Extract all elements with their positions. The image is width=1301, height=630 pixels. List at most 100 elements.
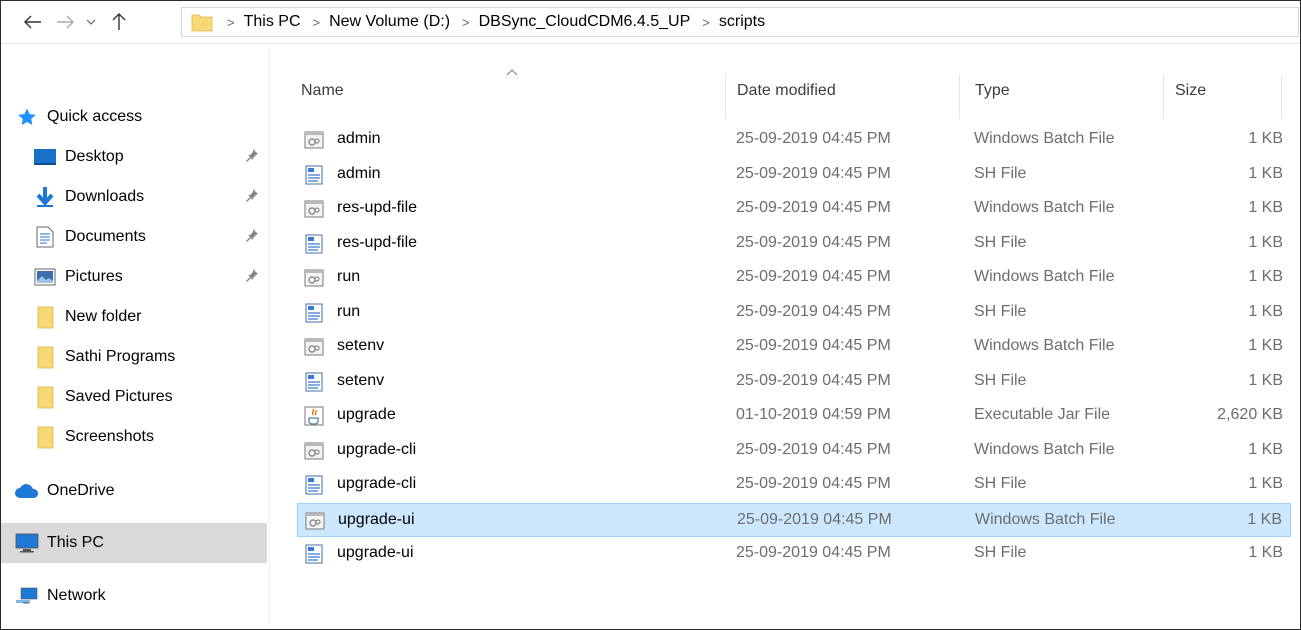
nav-item-downloads[interactable]: Downloads [31,179,267,215]
forward-arrow-icon [57,15,74,29]
batch-file-icon [304,199,324,219]
nav-item-documents[interactable]: Documents [31,219,267,255]
sh-file-icon [304,544,324,564]
back-button[interactable] [21,9,45,35]
breadcrumb-label: DBSync_CloudCDM6.4.5_UP [478,13,691,30]
pin-icon[interactable] [245,228,259,247]
sh-file-icon [304,165,324,185]
nav-item-desktop[interactable]: Desktop [31,139,267,175]
recent-locations-button[interactable] [83,9,99,35]
file-size: 2,620 KB [1217,406,1283,423]
file-date-modified: 25-09-2019 04:45 PM [736,440,891,458]
up-button[interactable] [107,9,131,35]
file-size: 1 KB [1248,302,1283,320]
batch-file-icon [305,511,325,531]
computer-icon [13,531,41,555]
file-row[interactable]: run 25-09-2019 04:45 PM SH File 1 KB [297,296,1291,330]
nav-label: Screenshots [65,428,154,445]
file-date-modified: 01-10-2019 04:59 PM [736,406,891,423]
column-divider[interactable] [1281,75,1282,119]
breadcrumb-drive[interactable]: > New Volume (D:) [301,13,451,31]
file-date-modified: 25-09-2019 04:45 PM [736,371,891,389]
file-row[interactable]: admin 25-09-2019 04:45 PM Windows Batch Fi… [297,123,1291,157]
file-date-modified: 25-09-2019 04:45 PM [737,510,892,528]
nav-this-pc[interactable]: This PC [1,523,267,563]
file-date-modified: 25-09-2019 04:45 PM [736,302,891,320]
nav-label: Pictures [65,268,123,285]
file-type: Windows Batch File [974,130,1115,147]
batch-file-icon [304,441,324,461]
file-row[interactable]: upgrade-ui 25-09-2019 04:45 PM Windows Bat… [297,502,1291,537]
back-arrow-icon [24,15,41,29]
sh-file-icon [304,475,324,495]
file-row[interactable]: upgrade 01-10-2019 04:59 PM Executable Jar… [297,399,1291,433]
folder-icon [31,385,59,409]
nav-item-screenshots[interactable]: Screenshots [31,419,267,455]
pin-icon[interactable] [245,148,259,167]
file-date-modified: 25-09-2019 04:45 PM [736,199,891,216]
batch-file-icon [304,268,324,288]
sort-ascending-icon [506,63,518,81]
file-name: upgrade-ui [338,510,415,528]
file-row[interactable]: res-upd-file 25-09-2019 04:45 PM Windows B… [297,192,1291,226]
column-header-type[interactable]: Type [975,82,1010,100]
file-type: Windows Batch File [974,268,1115,285]
file-row[interactable]: upgrade-ui 25-09-2019 04:45 PM SH File 1 KB [297,537,1291,571]
file-row[interactable]: upgrade-cli 25-09-2019 04:45 PM Windows Ba… [297,434,1291,468]
pin-icon[interactable] [245,188,259,207]
file-size: 1 KB [1248,164,1283,182]
pictures-icon [31,265,59,289]
file-row[interactable]: upgrade-cli 25-09-2019 04:45 PM SH File 1 K… [297,468,1291,502]
nav-network[interactable]: Network [13,578,267,614]
jar-file-icon [304,406,324,426]
file-date-modified: 25-09-2019 04:45 PM [736,337,891,354]
file-date-modified: 25-09-2019 04:45 PM [736,544,891,561]
file-name: admin [337,164,381,182]
breadcrumb-label: New Volume (D:) [329,13,451,30]
column-divider[interactable] [1163,75,1164,119]
pin-icon[interactable] [245,268,259,287]
column-divider[interactable] [959,75,960,119]
breadcrumb-folder[interactable]: > DBSync_CloudCDM6.4.5_UP [450,13,690,31]
file-row[interactable]: setenv 25-09-2019 04:45 PM SH File 1 KB [297,365,1291,399]
file-type: SH File [974,371,1027,389]
folder-icon [31,345,59,369]
file-name: upgrade [337,406,396,423]
column-divider[interactable] [725,75,726,119]
forward-button[interactable] [53,9,77,35]
column-header-size[interactable]: Size [1175,82,1206,100]
file-type: Windows Batch File [974,199,1115,216]
column-header-name[interactable]: Name [301,82,344,100]
breadcrumb-this-pc[interactable]: > This PC [215,13,301,31]
file-type: Windows Batch File [974,440,1115,458]
desktop-icon [31,145,59,169]
file-type: Windows Batch File [975,510,1116,528]
file-type: SH File [974,233,1027,251]
file-row[interactable]: run 25-09-2019 04:45 PM Windows Batch File… [297,261,1291,295]
file-row[interactable]: setenv 25-09-2019 04:45 PM Windows Batch F… [297,330,1291,364]
file-name: res-upd-file [337,199,418,216]
batch-file-icon [304,130,324,150]
breadcrumb-current[interactable]: > scripts [690,13,765,31]
file-size: 1 KB [1248,475,1283,492]
column-header-date[interactable]: Date modified [737,82,836,100]
nav-label: Saved Pictures [65,388,173,405]
address-bar[interactable]: > This PC > New Volume (D:) > DBSync_CloudC… [181,7,1299,37]
file-name: upgrade-ui [337,544,414,561]
file-name: upgrade-cli [337,440,417,458]
sh-file-icon [304,234,324,254]
nav-item-sathi-programs[interactable]: Sathi Programs [31,339,267,375]
nav-item-new-folder[interactable]: New folder [31,299,267,335]
nav-item-saved-pictures[interactable]: Saved Pictures [31,379,267,415]
file-size: 1 KB [1247,510,1282,528]
file-size: 1 KB [1248,233,1283,251]
file-type: SH File [974,164,1027,182]
nav-quick-access[interactable]: Quick access [13,99,267,135]
file-type: Windows Batch File [974,337,1115,354]
file-row[interactable]: admin 25-09-2019 04:45 PM SH File 1 KB [297,158,1291,192]
file-row[interactable]: res-upd-file 25-09-2019 04:45 PM SH File 1 … [297,227,1291,261]
nav-item-pictures[interactable]: Pictures [31,259,267,295]
navigation-bar: > This PC > New Volume (D:) > DBSync_CloudC… [1,1,1300,44]
file-name: setenv [337,337,385,354]
nav-onedrive[interactable]: OneDrive [13,473,267,509]
